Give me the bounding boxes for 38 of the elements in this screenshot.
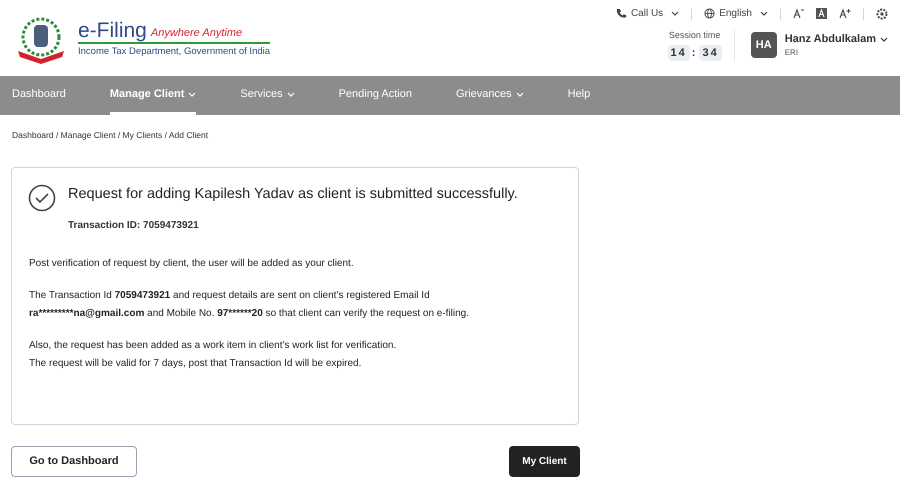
globe-icon: [704, 8, 716, 19]
success-heading: Request for adding Kapilesh Yadav as client is submitted successfully.: [68, 184, 518, 204]
nav-tab[interactable]: Dashboard: [12, 76, 66, 115]
chevron-down-icon: [760, 11, 768, 16]
call-us-menu[interactable]: Call Us: [616, 6, 680, 21]
language-menu[interactable]: English: [704, 6, 768, 21]
nav-tab[interactable]: Manage Client: [110, 76, 196, 115]
settings-icon[interactable]: [876, 8, 888, 20]
logo-tagline: Anywhere Anytime: [150, 26, 242, 41]
session-minutes: 14: [668, 44, 690, 61]
nav-tab[interactable]: Pending Action: [338, 76, 412, 115]
increase-font-icon[interactable]: [839, 8, 851, 19]
session-seconds: 34: [699, 44, 722, 61]
chevron-down-icon: [671, 11, 680, 16]
nav-tab[interactable]: Services: [240, 76, 295, 115]
message-line: ra*********na@gmail.com and Mobile No. 97******20 so that client can verify the request on e-filing.: [29, 306, 470, 320]
message-line: Post verification of request by client, the user will be added as your client.: [29, 256, 355, 270]
time-separator: :: [692, 46, 698, 60]
decrease-font-icon[interactable]: [793, 8, 804, 19]
go-to-dashboard-button[interactable]: Go to Dashboard: [11, 446, 137, 477]
breadcrumb: Dashboard / Manage Client / My Clients / Add Client: [11, 129, 210, 142]
session-label: Session time: [668, 29, 720, 42]
nav-tab[interactable]: Help: [568, 76, 590, 115]
logo-title: e-Filing: [78, 20, 147, 42]
phone-icon: [616, 8, 627, 19]
message-line: The request will be valid for 7 days, post that Transaction Id will be expired.: [29, 356, 362, 370]
message-line: The Transaction Id 7059473921 and request details are sent on client’s registered Email Id: [29, 288, 431, 302]
default-font-icon[interactable]: [816, 8, 827, 19]
department-name: Income Tax Department, Government of India: [78, 45, 270, 60]
check-circle-icon: [28, 184, 56, 212]
transaction-id: Transaction ID: 7059473921: [68, 218, 200, 232]
message-line: Also, the request has been added as a work item in client’s work list for verification.: [29, 338, 398, 352]
nav-tab[interactable]: Grievances: [456, 76, 524, 115]
user-role: ERI: [784, 47, 800, 60]
user-avatar: HA: [750, 32, 777, 58]
my-client-button[interactable]: My Client: [509, 446, 580, 477]
user-menu[interactable]: Hanz Abdulkalam: [784, 30, 888, 48]
chevron-down-icon: [880, 36, 888, 42]
